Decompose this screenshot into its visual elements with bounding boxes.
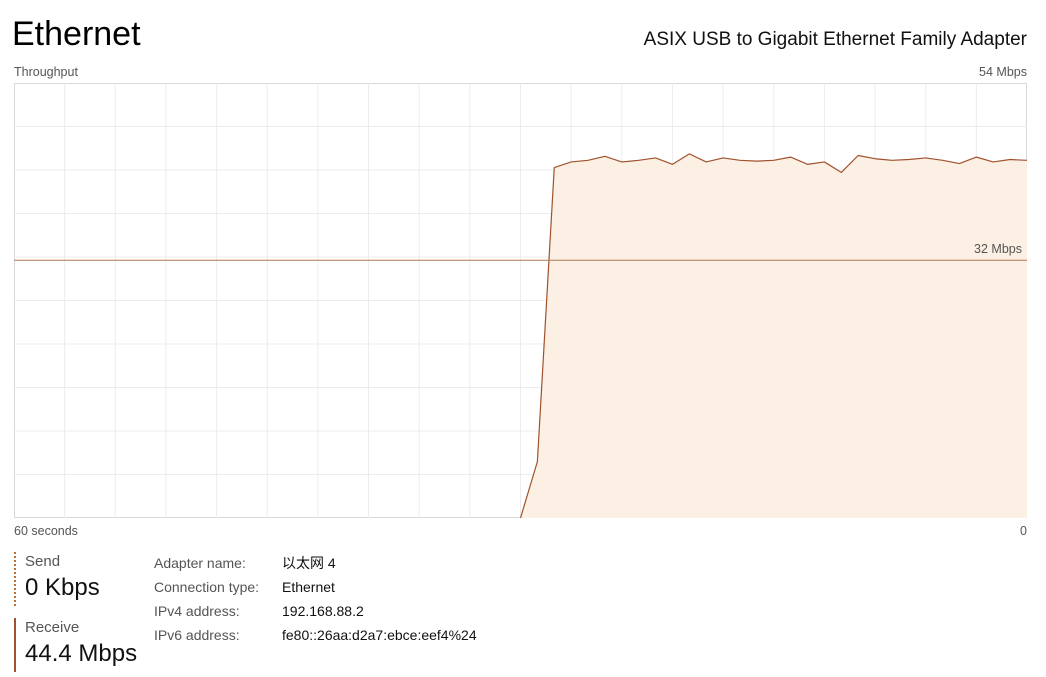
info-value: fe80::26aa:d2a7:ebce:eef4%24	[282, 627, 477, 643]
x-axis-start-label: 60 seconds	[14, 524, 78, 538]
adapter-name-title: ASIX USB to Gigabit Ethernet Family Adap…	[643, 29, 1027, 50]
send-legend-bar	[14, 552, 16, 606]
info-key: Adapter name:	[154, 555, 246, 571]
chart-title: Throughput	[14, 65, 78, 79]
throughput-chart: 32 Mbps	[14, 83, 1027, 518]
receive-legend-bar	[14, 618, 16, 672]
x-axis-end-label: 0	[1020, 524, 1027, 538]
info-value: 以太网 4	[282, 555, 336, 571]
y-max-label: 54 Mbps	[979, 65, 1027, 79]
adapter-info-table: Adapter name: 以太网 4 Connection type: Eth…	[154, 551, 477, 647]
info-value: Ethernet	[282, 579, 335, 595]
send-label: Send	[25, 553, 61, 570]
info-key: Connection type:	[154, 579, 260, 595]
send-stat[interactable]: Send 0 Kbps	[14, 552, 144, 606]
info-row-connection-type: Connection type: Ethernet	[154, 575, 477, 599]
info-row-ipv6: IPv6 address: fe80::26aa:d2a7:ebce:eef4%…	[154, 623, 477, 647]
scale-reference-label: 32 Mbps	[974, 242, 1022, 256]
receive-label: Receive	[25, 619, 80, 636]
info-key: IPv6 address:	[154, 627, 240, 643]
receive-stat[interactable]: Receive 44.4 Mbps	[14, 618, 144, 672]
info-row-ipv4: IPv4 address: 192.168.88.2	[154, 599, 477, 623]
page-title: Ethernet	[12, 15, 141, 53]
chart-series	[519, 153, 1027, 518]
info-value: 192.168.88.2	[282, 603, 364, 619]
info-key: IPv4 address:	[154, 603, 240, 619]
info-row-adapter-name: Adapter name: 以太网 4	[154, 551, 477, 575]
receive-value: 44.4 Mbps	[25, 640, 138, 667]
send-value: 0 Kbps	[25, 574, 100, 601]
receive-series-area	[520, 153, 1027, 518]
